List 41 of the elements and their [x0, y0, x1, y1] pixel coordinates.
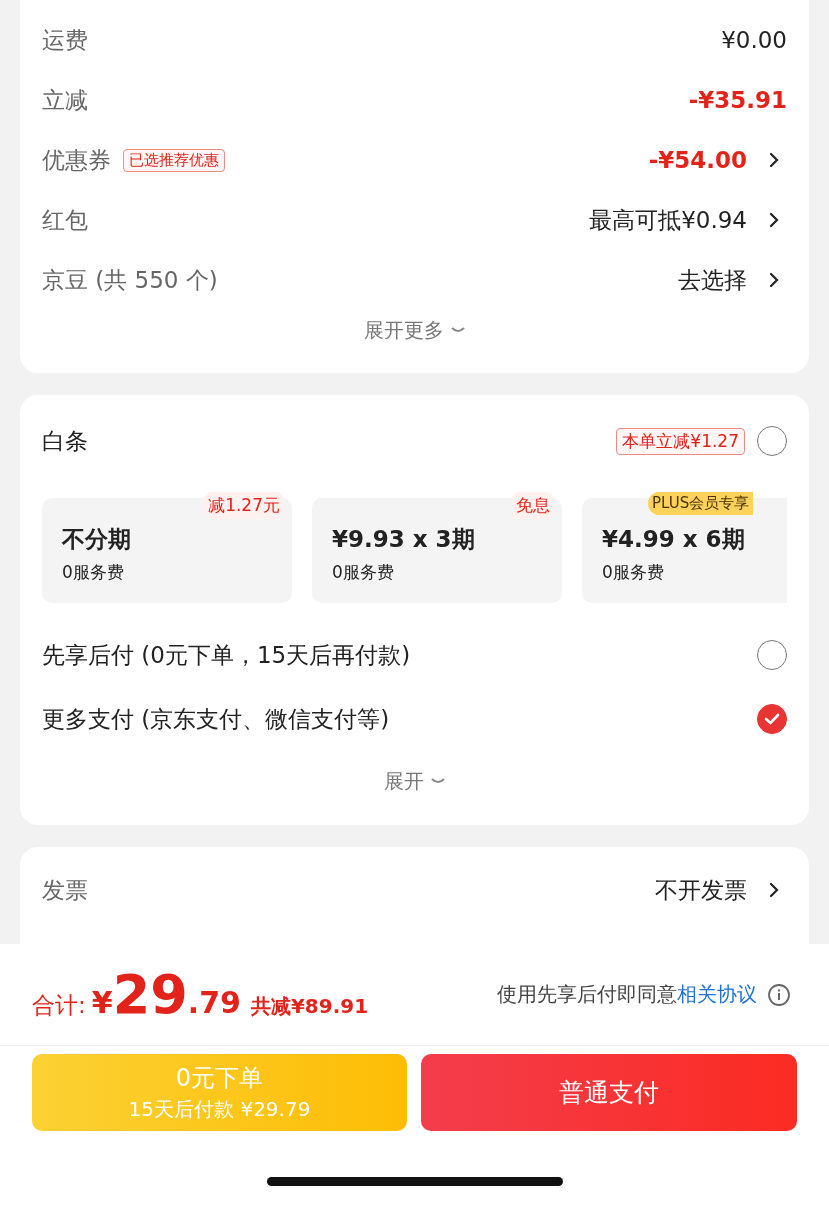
plan-tag: 减1.27元 — [204, 492, 284, 519]
radio-button[interactable] — [757, 704, 787, 734]
agreement-text: 使用先享后付即同意相关协议 — [497, 981, 757, 1008]
payment-option-label[interactable]: 更多支付 (京东支付、微信支付等) — [42, 703, 390, 735]
row-value[interactable]: 去选择 — [678, 264, 747, 296]
row-value: -¥35.91 — [688, 87, 787, 113]
info-icon[interactable] — [767, 982, 791, 1007]
row-label: 发票 — [42, 875, 88, 905]
total-decimal: .79 — [187, 985, 241, 1020]
expand-link[interactable]: 展开 — [383, 767, 424, 795]
payment-option-label: 白条 — [42, 426, 88, 456]
currency-sign: ¥ — [91, 985, 113, 1020]
plan-title: ¥4.99 x 6期 — [602, 525, 746, 554]
chevron-down-icon — [429, 776, 446, 786]
row-label: 优惠券 — [42, 145, 111, 175]
row-value[interactable]: 最高可抵¥0.94 — [589, 204, 747, 236]
plan-title: 不分期 — [62, 525, 132, 554]
row-label: 红包 — [42, 205, 88, 235]
row-label: 京豆 (共 550 个) — [42, 265, 218, 295]
total-amount: 29 — [112, 963, 188, 1026]
row-value[interactable]: 不开发票 — [655, 874, 747, 906]
savings-text: 共减¥89.91 — [250, 993, 369, 1020]
chevron-right-icon — [769, 882, 779, 898]
total-label: 合计: — [32, 991, 86, 1020]
row-value[interactable]: -¥54.00 — [648, 147, 747, 173]
promo-tag: 已选推荐优惠 — [123, 148, 225, 172]
plan-fee: 0服务费 — [602, 561, 665, 584]
promo-tag: 本单立减¥1.27 — [616, 427, 745, 455]
row-label: 立减 — [42, 85, 88, 115]
row-value: ¥0.00 — [721, 27, 787, 53]
row-label: 运费 — [42, 25, 88, 55]
expand-more-label[interactable]: 展开更多 — [363, 316, 444, 344]
pay-button[interactable]: 普通支付 — [421, 1054, 797, 1131]
plan-title: ¥9.93 x 3期 — [332, 525, 476, 554]
plan-fee: 0服务费 — [62, 561, 125, 584]
plan-fee: 0服务费 — [332, 561, 395, 584]
payment-option-label[interactable]: 先享后付 (0元下单，15天后再付款) — [42, 639, 411, 671]
plan-tag: 免息 — [512, 492, 554, 519]
agreement-link[interactable]: 相关协议 — [677, 982, 757, 1006]
chevron-down-icon — [449, 325, 466, 335]
plan-tag: PLUS会员专享 — [648, 492, 754, 515]
